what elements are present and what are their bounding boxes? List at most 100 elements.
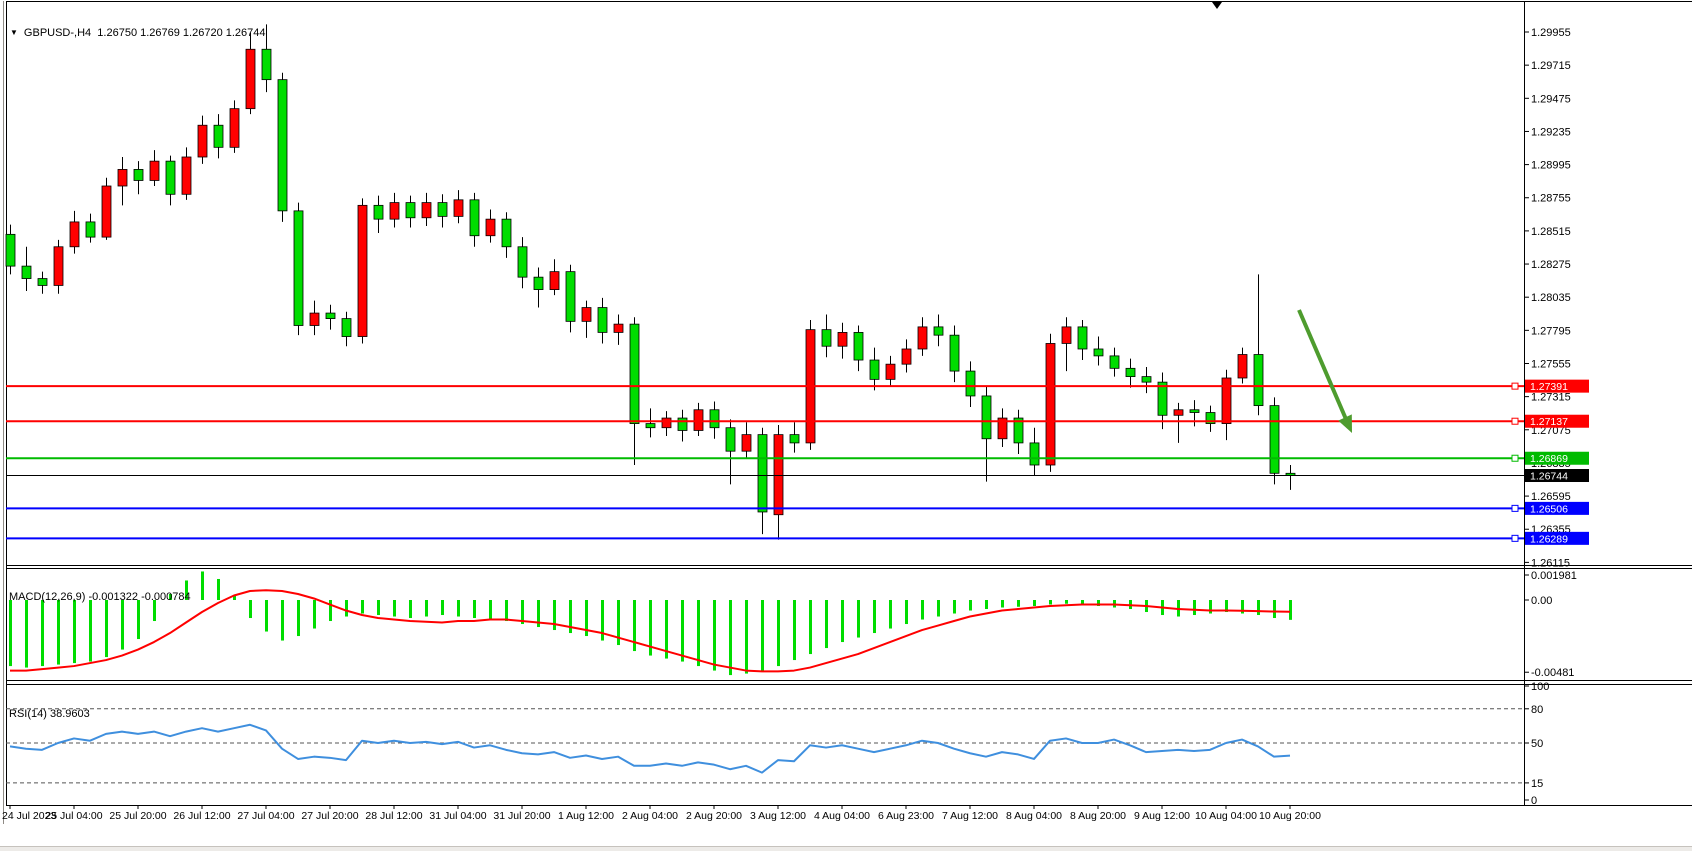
macd-bar — [377, 600, 380, 615]
time-label: 7 Aug 12:00 — [942, 810, 998, 822]
macd-bar — [729, 600, 732, 675]
candle-body — [1126, 368, 1135, 376]
macd-tick-label: 0.001981 — [1531, 570, 1577, 582]
candle-body — [838, 332, 847, 346]
candle-body — [230, 109, 239, 148]
macd-bar — [1289, 600, 1292, 620]
candle-body — [246, 49, 255, 108]
candle-body — [150, 161, 159, 180]
macd-bar — [921, 600, 924, 620]
macd-bar — [89, 600, 92, 662]
price-tick-label: 1.27315 — [1531, 392, 1571, 404]
one-click-trading-toggle-icon[interactable]: ▼ — [10, 28, 18, 37]
macd-bar — [121, 600, 124, 650]
candle-body — [918, 327, 927, 349]
macd-bar — [857, 600, 860, 638]
candle-body — [598, 308, 607, 333]
candle-body — [566, 272, 575, 322]
rsi-tick-label: 50 — [1531, 738, 1543, 750]
macd-bar — [809, 600, 812, 654]
level-line-handle[interactable] — [1512, 505, 1518, 511]
macd-bar — [457, 600, 460, 617]
macd-bar — [937, 600, 940, 617]
candle-body — [166, 161, 175, 194]
macd-bar — [1273, 600, 1276, 618]
macd-bar — [57, 600, 60, 665]
macd-bar — [777, 600, 780, 666]
mt4-window: 新订单 — [0, 0, 1692, 851]
macd-bar — [265, 600, 268, 632]
candle-body — [390, 203, 399, 220]
time-label: 2 Aug 04:00 — [622, 810, 678, 822]
macd-bar — [825, 600, 828, 648]
candle-body — [454, 200, 463, 217]
rsi-indicator-label: RSI(14) 38.9603 — [9, 708, 90, 720]
candle-body — [774, 435, 783, 515]
candle-body — [406, 203, 415, 218]
price-tick-label: 1.29715 — [1531, 60, 1571, 72]
level-line-handle[interactable] — [1512, 383, 1518, 389]
rsi-tick-label: 100 — [1531, 681, 1549, 693]
candle-body — [54, 247, 63, 286]
macd-bar — [1257, 600, 1260, 615]
macd-bar — [505, 600, 508, 621]
candle-body — [470, 200, 479, 236]
macd-bar — [473, 600, 476, 618]
time-label: 2 Aug 20:00 — [686, 810, 742, 822]
macd-tick-label: 0.00 — [1531, 595, 1552, 607]
time-label: 10 Aug 04:00 — [1195, 810, 1257, 822]
candle-body — [294, 211, 303, 326]
time-label: 1 Aug 12:00 — [558, 810, 614, 822]
candle-body — [214, 125, 223, 147]
time-label: 10 Aug 20:00 — [1259, 810, 1321, 822]
macd-bar — [841, 600, 844, 642]
price-tag-label: 1.27137 — [1530, 416, 1568, 428]
candle-body — [358, 205, 367, 336]
price-tick-label: 1.28515 — [1531, 226, 1571, 238]
macd-bar — [249, 600, 252, 618]
macd-bar — [665, 600, 668, 659]
candle-body — [1270, 406, 1279, 474]
macd-bar — [313, 600, 316, 629]
price-tick-label: 1.29235 — [1531, 126, 1571, 138]
level-line-handle[interactable] — [1512, 418, 1518, 424]
candle-body — [198, 125, 207, 157]
macd-bar — [1065, 600, 1068, 604]
candle-body — [822, 330, 831, 347]
chart-title: ▼GBPUSD-,H4 1.26750 1.26769 1.26720 1.26… — [10, 27, 266, 39]
time-label: 3 Aug 12:00 — [750, 810, 806, 822]
candle-body — [790, 435, 799, 443]
macd-bar — [329, 600, 332, 621]
price-tick-label: 1.27555 — [1531, 358, 1571, 370]
candle-body — [534, 277, 543, 289]
time-label: 27 Jul 20:00 — [301, 810, 358, 822]
candle-body — [342, 319, 351, 337]
candle-body — [374, 205, 383, 219]
macd-bar — [969, 600, 972, 611]
candle-body — [662, 418, 671, 428]
macd-bar — [345, 600, 348, 617]
candle-body — [614, 324, 623, 332]
macd-bar — [745, 600, 748, 674]
symbol-period-label: GBPUSD-,H4 — [24, 27, 91, 39]
macd-bar — [281, 600, 284, 641]
level-line-handle[interactable] — [1512, 535, 1518, 541]
macd-bar — [1017, 600, 1020, 607]
candle-body — [1238, 355, 1247, 378]
price-tag-label: 1.26744 — [1530, 471, 1568, 483]
time-label: 8 Aug 20:00 — [1070, 810, 1126, 822]
price-tag-label: 1.26506 — [1530, 503, 1568, 515]
candle-body — [486, 219, 495, 236]
candle-body — [310, 313, 319, 325]
time-label: 9 Aug 12:00 — [1134, 810, 1190, 822]
chart-canvas[interactable]: 1.299551.297151.294751.292351.289951.287… — [0, 0, 1692, 829]
candle-body — [758, 435, 767, 512]
macd-bar — [1193, 600, 1196, 615]
macd-bar — [297, 600, 300, 636]
candle-body — [118, 169, 127, 186]
candle-body — [742, 435, 751, 452]
price-tick-label: 1.26595 — [1531, 491, 1571, 503]
macd-bar — [985, 600, 988, 609]
level-line-handle[interactable] — [1512, 455, 1518, 461]
candle-body — [22, 266, 31, 278]
